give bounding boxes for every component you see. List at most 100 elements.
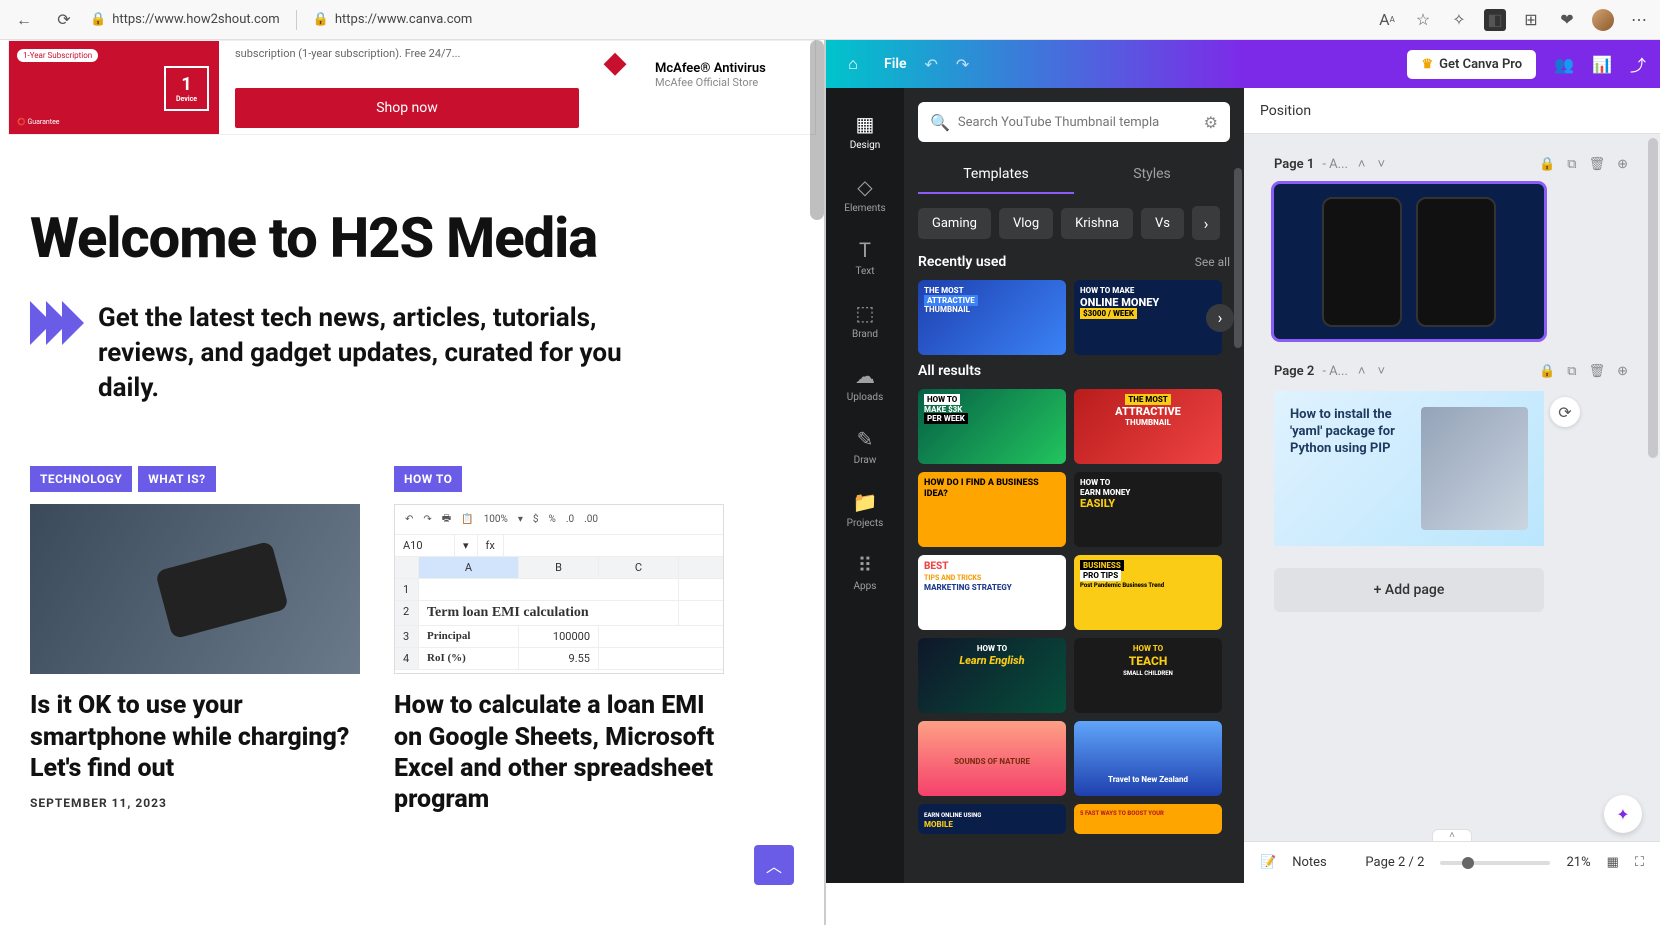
notes-label[interactable]: Notes	[1292, 855, 1327, 870]
split-screen-icon[interactable]: ◧	[1484, 9, 1506, 31]
favorite-icon[interactable]: ☆	[1412, 9, 1434, 31]
add-page-icon[interactable]: ⊕	[1615, 362, 1630, 381]
rail-draw[interactable]: ✎Draw	[826, 415, 904, 478]
page-2-thumb[interactable]: ⟳ How to install the 'yaml' package for …	[1274, 391, 1544, 546]
zoom-slider[interactable]	[1440, 861, 1550, 865]
template-thumb[interactable]: HOW TOTEACHSMALL CHILDREN	[1074, 638, 1222, 713]
recently-used-label: Recently used	[918, 254, 1006, 270]
template-thumb[interactable]: 5 FAST WAYS TO BOOST YOUR	[1074, 804, 1222, 834]
redo-button[interactable]: ↷	[956, 55, 969, 74]
see-all-link[interactable]: See all	[1195, 255, 1230, 269]
notes-icon[interactable]: 📝	[1260, 855, 1276, 870]
tab-templates[interactable]: Templates	[918, 156, 1074, 194]
template-thumb[interactable]: HOW TOMAKE $3KPER WEEK	[918, 389, 1066, 464]
performance-icon[interactable]: ❤	[1556, 9, 1578, 31]
rail-apps[interactable]: ⠿Apps	[826, 541, 904, 604]
undo-button[interactable]: ↶	[925, 55, 938, 74]
grid-view-icon[interactable]: ▦	[1607, 855, 1619, 870]
ad-banner[interactable]: 1-Year Subscription 1 Device ⭕ Guarantee…	[8, 40, 816, 135]
template-thumb[interactable]: EARN ONLINE USINGMOBILE	[918, 804, 1066, 834]
page-down-icon[interactable]: ˅	[1376, 361, 1388, 381]
lock-icon[interactable]: 🔒	[1537, 362, 1557, 381]
refresh-button[interactable]: ⟳	[50, 6, 78, 34]
ad-pill: 1-Year Subscription	[17, 49, 98, 62]
add-page-button[interactable]: + Add page	[1274, 568, 1544, 612]
position-button[interactable]: Position	[1260, 103, 1311, 119]
rail-text[interactable]: TText	[826, 226, 904, 289]
delete-icon[interactable]: 🗑	[1587, 362, 1608, 381]
tab-styles[interactable]: Styles	[1074, 156, 1230, 194]
template-thumb[interactable]: BUSINESSPRO TIPSPost Pandemic Business T…	[1074, 555, 1222, 630]
chip-vlog[interactable]: Vlog	[999, 208, 1053, 239]
filter-icon[interactable]: ⚙	[1204, 113, 1218, 132]
rail-brand[interactable]: ⬚Brand	[826, 289, 904, 352]
regenerate-icon[interactable]: ⟳	[1550, 397, 1580, 427]
url-group-1[interactable]: 🔒 https://www.how2shout.com	[90, 12, 280, 27]
page-down-icon[interactable]: ˅	[1376, 154, 1388, 174]
footer-expand-icon[interactable]: ˄	[1432, 829, 1472, 841]
template-thumb[interactable]: SOUNDS OF NATURE	[918, 721, 1066, 796]
left-scrollbar[interactable]	[810, 40, 824, 220]
url-divider	[296, 10, 297, 30]
magic-button[interactable]: ✦	[1604, 795, 1642, 833]
chips-next-icon[interactable]: ›	[1192, 206, 1220, 240]
thumbs-next-icon[interactable]: ›	[1206, 304, 1234, 332]
profile-avatar[interactable]	[1592, 9, 1614, 31]
collections-icon[interactable]: ⊞	[1520, 9, 1542, 31]
article-1[interactable]: TECHNOLOGY WHAT IS? Is it OK to use your…	[30, 466, 360, 827]
delete-icon[interactable]: 🗑	[1587, 155, 1608, 174]
lock-icon: 🔒	[90, 12, 106, 27]
file-menu[interactable]: File	[884, 56, 907, 72]
tag-how-to[interactable]: HOW TO	[394, 466, 462, 492]
search-bar[interactable]: 🔍 ⚙	[918, 102, 1230, 142]
text-size-icon[interactable]: AA	[1376, 9, 1398, 31]
template-thumb[interactable]: BESTTIPS AND TRICKSMARKETING STRATEGY	[918, 555, 1066, 630]
template-thumb[interactable]: HOW DO I FIND A BUSINESS IDEA?	[918, 472, 1066, 547]
template-thumb[interactable]: Travel to New Zealand	[1074, 721, 1222, 796]
get-canva-pro-button[interactable]: ♛ Get Canva Pro	[1407, 50, 1536, 79]
page-1-thumb[interactable]	[1274, 184, 1544, 339]
chip-vs[interactable]: Vs	[1141, 208, 1184, 239]
duplicate-icon[interactable]: ⧉	[1565, 362, 1578, 381]
rail-projects[interactable]: 📁Projects	[826, 478, 904, 541]
browser-toolbar: ← ⟳ 🔒 https://www.how2shout.com 🔒 https:…	[0, 0, 1660, 40]
page-indicator[interactable]: Page 2 / 2	[1365, 855, 1424, 870]
upload-icon[interactable]: ⤴	[1630, 52, 1646, 76]
fullscreen-icon[interactable]: ⛶	[1635, 855, 1644, 870]
rail-uploads[interactable]: ☁Uploads	[826, 352, 904, 415]
analytics-icon[interactable]: 📊	[1592, 55, 1612, 74]
search-input[interactable]	[958, 115, 1196, 130]
back-button[interactable]: ←	[10, 6, 38, 34]
chip-gaming[interactable]: Gaming	[918, 208, 991, 239]
scroll-top-button[interactable]: ︿	[754, 845, 794, 885]
add-page-icon[interactable]: ⊕	[1615, 155, 1630, 174]
home-icon[interactable]: ⌂	[840, 51, 866, 77]
shop-now-button[interactable]: Shop now	[235, 88, 579, 128]
canva-canvas: Position Page 1 - A... ˄ ˅ 🔒 ⧉ 🗑 ⊕	[1244, 88, 1660, 883]
all-results-label: All results	[918, 363, 981, 379]
tag-technology[interactable]: TECHNOLOGY	[30, 466, 132, 492]
article-2-title: How to calculate a loan EMI on Google Sh…	[394, 690, 724, 815]
page-up-icon[interactable]: ˄	[1356, 154, 1368, 174]
template-thumb[interactable]: HOW TOLearn English	[918, 638, 1066, 713]
template-thumb[interactable]: THE MOSTATTRACTIVETHUMBNAIL	[918, 280, 1066, 355]
more-icon[interactable]: ⋯	[1628, 9, 1650, 31]
tag-what-is[interactable]: WHAT IS?	[138, 466, 215, 492]
page-up-icon[interactable]: ˄	[1356, 361, 1368, 381]
rail-elements[interactable]: ◇Elements	[826, 163, 904, 226]
extension-icon[interactable]: ✧	[1448, 9, 1470, 31]
duplicate-icon[interactable]: ⧉	[1565, 155, 1578, 174]
article-1-image	[30, 504, 360, 674]
panel-scrollbar[interactable]	[1234, 168, 1242, 348]
lock-icon[interactable]: 🔒	[1537, 155, 1557, 174]
article-2[interactable]: HOW TO ↶↷🖶📋 100%▾ $%.0.00 A10▾fx ABC 1 2…	[394, 466, 724, 827]
chevron-icon	[30, 301, 78, 345]
url-group-2[interactable]: 🔒 https://www.canva.com	[313, 12, 473, 27]
template-thumb[interactable]: HOW TO MAKEONLINE MONEY$3000 / WEEK	[1074, 280, 1222, 355]
template-thumb[interactable]: THE MOSTATTRACTIVETHUMBNAIL	[1074, 389, 1222, 464]
template-thumb[interactable]: HOW TOEARN MONEYEASILY	[1074, 472, 1222, 547]
canvas-scrollbar[interactable]	[1648, 138, 1658, 458]
rail-design[interactable]: ▦Design	[826, 100, 904, 163]
chip-krishna[interactable]: Krishna	[1061, 208, 1133, 239]
share-people-icon[interactable]: 👥	[1554, 55, 1574, 74]
